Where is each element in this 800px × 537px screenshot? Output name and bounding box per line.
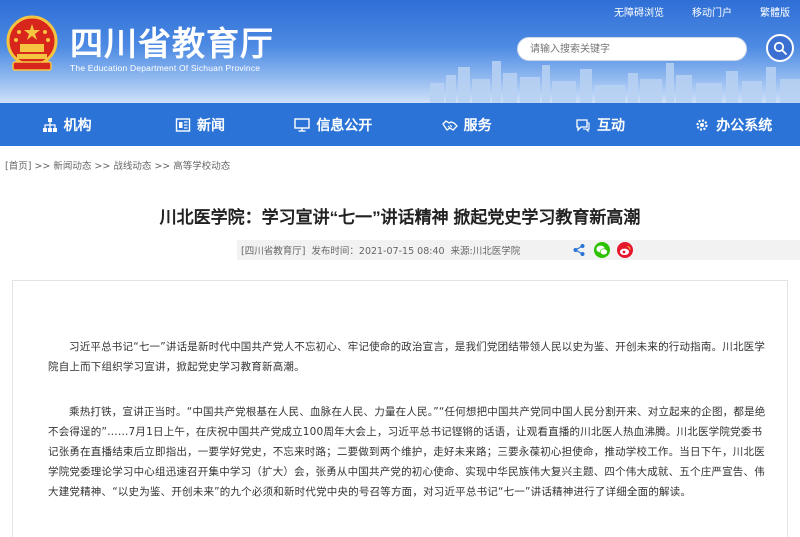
gear-icon <box>696 118 708 131</box>
article-title: 川北医学院：学习宣讲“七一”讲话精神 掀起党史学习教育新高潮 <box>159 208 641 227</box>
search-input[interactable] <box>517 37 747 61</box>
meta-source-tag: [四川省教育厅] <box>241 246 306 257</box>
weibo-share-icon[interactable] <box>617 242 633 258</box>
site-header: 四川省教育厅 The Education Department Of Sichu… <box>0 0 800 103</box>
breadcrumb[interactable]: [首页] >> 新闻动态 >> 战线动态 >> 高等学校动态 <box>5 158 230 172</box>
nav-item-info[interactable]: 信息公开 <box>267 103 400 146</box>
chat-icon <box>576 118 590 132</box>
article-paragraph-1: 习近平总书记“七一”讲话是新时代中国共产党人不忘初心、牢记使命的政治宣言，是我们… <box>48 341 766 373</box>
nav-item-office[interactable]: 办公系统 <box>667 103 800 146</box>
nav-item-service[interactable]: 服务 <box>400 103 533 146</box>
nav-label-service: 服务 <box>463 117 492 134</box>
nav-item-interact[interactable]: 互动 <box>533 103 666 146</box>
meta-publish-time: 发布时间：2021-07-15 08:40 <box>311 246 445 257</box>
site-subtitle: The Education Department Of Sichuan Prov… <box>70 63 261 73</box>
share-icon[interactable] <box>571 242 587 258</box>
nav-label-interact: 互动 <box>596 117 625 134</box>
news-icon <box>175 117 191 132</box>
article-paragraph-2: 乘热打铁，宣讲正当时。“中国共产党根基在人民、血脉在人民、力量在人民。”“任何想… <box>48 406 766 498</box>
handshake-icon <box>441 119 458 131</box>
nav-label-news: 新闻 <box>196 117 225 134</box>
article-meta-bar: [四川省教育厅] 发布时间：2021-07-15 08:40 来源:川北医学院 <box>237 240 800 260</box>
site-title: 四川省教育厅 <box>70 25 274 62</box>
share-icons <box>571 242 633 258</box>
accessibility-link[interactable]: 无障碍浏览 <box>614 4 664 19</box>
wechat-icon <box>596 245 608 255</box>
mobile-portal-link[interactable]: 移动门户 <box>692 4 732 19</box>
search-icon <box>773 41 787 55</box>
city-skyline-decoration <box>430 61 800 103</box>
main-nav: 机构 新闻 信息公开 服务 互动 办公系统 <box>0 103 800 146</box>
nav-item-org[interactable]: 机构 <box>0 103 133 146</box>
nav-label-office: 办公系统 <box>716 117 773 134</box>
national-emblem-icon <box>6 15 58 71</box>
wechat-share-icon[interactable] <box>594 242 610 258</box>
share-glyph-icon <box>573 244 585 256</box>
nav-label-org: 机构 <box>63 117 92 134</box>
monitor-icon <box>294 117 311 132</box>
meta-source: 来源:川北医学院 <box>450 246 521 257</box>
nav-item-news[interactable]: 新闻 <box>133 103 266 146</box>
nav-label-info: 信息公开 <box>316 117 373 134</box>
traditional-chinese-link[interactable]: 繁體版 <box>760 4 790 19</box>
top-links: 无障碍浏览 移动门户 繁體版 <box>586 4 790 19</box>
weibo-icon <box>619 245 631 255</box>
search-button[interactable] <box>766 34 794 62</box>
org-icon <box>42 117 57 132</box>
